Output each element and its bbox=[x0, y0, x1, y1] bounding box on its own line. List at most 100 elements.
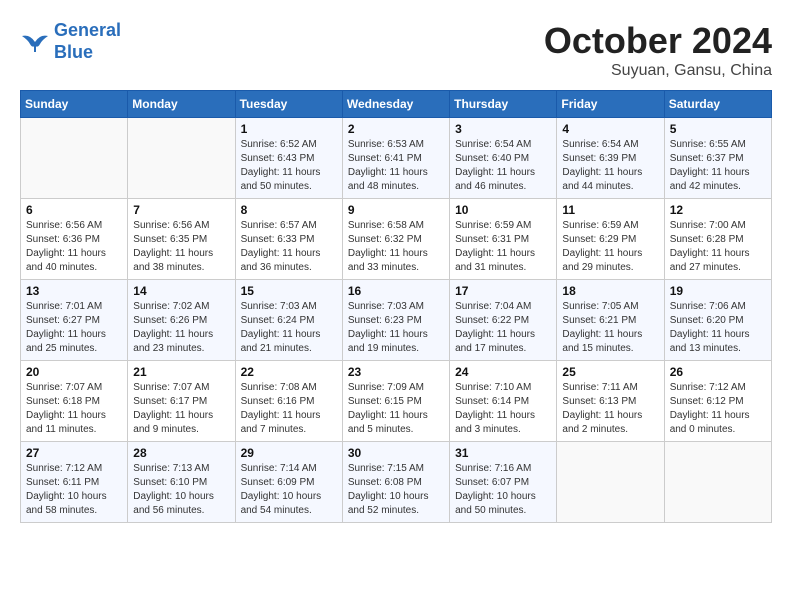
calendar-day-cell bbox=[557, 442, 664, 523]
calendar-day-cell: 27 Sunrise: 7:12 AM Sunset: 6:11 PM Dayl… bbox=[21, 442, 128, 523]
weekday-header: Thursday bbox=[450, 91, 557, 118]
weekday-header: Wednesday bbox=[342, 91, 449, 118]
calendar-day-cell: 24 Sunrise: 7:10 AM Sunset: 6:14 PM Dayl… bbox=[450, 361, 557, 442]
calendar-day-cell: 8 Sunrise: 6:57 AM Sunset: 6:33 PM Dayli… bbox=[235, 199, 342, 280]
day-number: 28 bbox=[133, 446, 229, 460]
calendar-day-cell: 16 Sunrise: 7:03 AM Sunset: 6:23 PM Dayl… bbox=[342, 280, 449, 361]
day-number: 19 bbox=[670, 284, 766, 298]
day-number: 14 bbox=[133, 284, 229, 298]
calendar-day-cell: 15 Sunrise: 7:03 AM Sunset: 6:24 PM Dayl… bbox=[235, 280, 342, 361]
calendar-day-cell: 7 Sunrise: 6:56 AM Sunset: 6:35 PM Dayli… bbox=[128, 199, 235, 280]
calendar-day-cell: 28 Sunrise: 7:13 AM Sunset: 6:10 PM Dayl… bbox=[128, 442, 235, 523]
day-info: Sunrise: 7:03 AM Sunset: 6:23 PM Dayligh… bbox=[348, 300, 444, 356]
day-info: Sunrise: 7:11 AM Sunset: 6:13 PM Dayligh… bbox=[562, 381, 658, 437]
day-info: Sunrise: 7:00 AM Sunset: 6:28 PM Dayligh… bbox=[670, 219, 766, 275]
day-number: 27 bbox=[26, 446, 122, 460]
day-number: 31 bbox=[455, 446, 551, 460]
calendar-week-row: 20 Sunrise: 7:07 AM Sunset: 6:18 PM Dayl… bbox=[21, 361, 772, 442]
day-number: 6 bbox=[26, 203, 122, 217]
calendar-day-cell: 12 Sunrise: 7:00 AM Sunset: 6:28 PM Dayl… bbox=[664, 199, 771, 280]
day-number: 29 bbox=[241, 446, 337, 460]
day-info: Sunrise: 7:04 AM Sunset: 6:22 PM Dayligh… bbox=[455, 300, 551, 356]
day-info: Sunrise: 6:58 AM Sunset: 6:32 PM Dayligh… bbox=[348, 219, 444, 275]
calendar-day-cell: 26 Sunrise: 7:12 AM Sunset: 6:12 PM Dayl… bbox=[664, 361, 771, 442]
day-number: 3 bbox=[455, 122, 551, 136]
calendar-day-cell: 13 Sunrise: 7:01 AM Sunset: 6:27 PM Dayl… bbox=[21, 280, 128, 361]
day-number: 5 bbox=[670, 122, 766, 136]
calendar-week-row: 1 Sunrise: 6:52 AM Sunset: 6:43 PM Dayli… bbox=[21, 118, 772, 199]
calendar-day-cell: 11 Sunrise: 6:59 AM Sunset: 6:29 PM Dayl… bbox=[557, 199, 664, 280]
day-info: Sunrise: 6:55 AM Sunset: 6:37 PM Dayligh… bbox=[670, 138, 766, 194]
day-info: Sunrise: 7:12 AM Sunset: 6:12 PM Dayligh… bbox=[670, 381, 766, 437]
location-subtitle: Suyuan, Gansu, China bbox=[544, 62, 772, 80]
day-info: Sunrise: 6:53 AM Sunset: 6:41 PM Dayligh… bbox=[348, 138, 444, 194]
day-number: 18 bbox=[562, 284, 658, 298]
weekday-header: Friday bbox=[557, 91, 664, 118]
day-info: Sunrise: 7:10 AM Sunset: 6:14 PM Dayligh… bbox=[455, 381, 551, 437]
calendar-day-cell bbox=[21, 118, 128, 199]
day-number: 25 bbox=[562, 365, 658, 379]
day-info: Sunrise: 7:07 AM Sunset: 6:17 PM Dayligh… bbox=[133, 381, 229, 437]
day-info: Sunrise: 7:12 AM Sunset: 6:11 PM Dayligh… bbox=[26, 462, 122, 518]
calendar-day-cell: 23 Sunrise: 7:09 AM Sunset: 6:15 PM Dayl… bbox=[342, 361, 449, 442]
day-info: Sunrise: 7:07 AM Sunset: 6:18 PM Dayligh… bbox=[26, 381, 122, 437]
day-info: Sunrise: 6:57 AM Sunset: 6:33 PM Dayligh… bbox=[241, 219, 337, 275]
calendar-day-cell: 17 Sunrise: 7:04 AM Sunset: 6:22 PM Dayl… bbox=[450, 280, 557, 361]
logo: General Blue bbox=[20, 20, 121, 63]
calendar-week-row: 13 Sunrise: 7:01 AM Sunset: 6:27 PM Dayl… bbox=[21, 280, 772, 361]
calendar-day-cell: 22 Sunrise: 7:08 AM Sunset: 6:16 PM Dayl… bbox=[235, 361, 342, 442]
day-info: Sunrise: 7:03 AM Sunset: 6:24 PM Dayligh… bbox=[241, 300, 337, 356]
calendar-day-cell: 1 Sunrise: 6:52 AM Sunset: 6:43 PM Dayli… bbox=[235, 118, 342, 199]
calendar-day-cell: 29 Sunrise: 7:14 AM Sunset: 6:09 PM Dayl… bbox=[235, 442, 342, 523]
title-block: October 2024 Suyuan, Gansu, China bbox=[544, 20, 772, 80]
calendar-day-cell: 25 Sunrise: 7:11 AM Sunset: 6:13 PM Dayl… bbox=[557, 361, 664, 442]
day-info: Sunrise: 7:09 AM Sunset: 6:15 PM Dayligh… bbox=[348, 381, 444, 437]
calendar-day-cell: 31 Sunrise: 7:16 AM Sunset: 6:07 PM Dayl… bbox=[450, 442, 557, 523]
day-number: 10 bbox=[455, 203, 551, 217]
day-number: 30 bbox=[348, 446, 444, 460]
calendar-day-cell: 10 Sunrise: 6:59 AM Sunset: 6:31 PM Dayl… bbox=[450, 199, 557, 280]
logo-text: General Blue bbox=[54, 20, 121, 63]
day-info: Sunrise: 7:06 AM Sunset: 6:20 PM Dayligh… bbox=[670, 300, 766, 356]
day-number: 12 bbox=[670, 203, 766, 217]
day-number: 4 bbox=[562, 122, 658, 136]
calendar-day-cell: 18 Sunrise: 7:05 AM Sunset: 6:21 PM Dayl… bbox=[557, 280, 664, 361]
day-number: 16 bbox=[348, 284, 444, 298]
calendar-day-cell: 14 Sunrise: 7:02 AM Sunset: 6:26 PM Dayl… bbox=[128, 280, 235, 361]
day-info: Sunrise: 7:15 AM Sunset: 6:08 PM Dayligh… bbox=[348, 462, 444, 518]
calendar-week-row: 27 Sunrise: 7:12 AM Sunset: 6:11 PM Dayl… bbox=[21, 442, 772, 523]
day-number: 24 bbox=[455, 365, 551, 379]
day-info: Sunrise: 7:02 AM Sunset: 6:26 PM Dayligh… bbox=[133, 300, 229, 356]
day-info: Sunrise: 7:08 AM Sunset: 6:16 PM Dayligh… bbox=[241, 381, 337, 437]
day-number: 23 bbox=[348, 365, 444, 379]
calendar-day-cell: 20 Sunrise: 7:07 AM Sunset: 6:18 PM Dayl… bbox=[21, 361, 128, 442]
calendar-week-row: 6 Sunrise: 6:56 AM Sunset: 6:36 PM Dayli… bbox=[21, 199, 772, 280]
calendar-day-cell: 4 Sunrise: 6:54 AM Sunset: 6:39 PM Dayli… bbox=[557, 118, 664, 199]
calendar-table: SundayMondayTuesdayWednesdayThursdayFrid… bbox=[20, 90, 772, 523]
weekday-header: Monday bbox=[128, 91, 235, 118]
calendar-day-cell: 21 Sunrise: 7:07 AM Sunset: 6:17 PM Dayl… bbox=[128, 361, 235, 442]
day-number: 17 bbox=[455, 284, 551, 298]
weekday-header: Saturday bbox=[664, 91, 771, 118]
logo-icon bbox=[20, 30, 50, 54]
calendar-day-cell: 30 Sunrise: 7:15 AM Sunset: 6:08 PM Dayl… bbox=[342, 442, 449, 523]
weekday-header: Sunday bbox=[21, 91, 128, 118]
day-info: Sunrise: 6:56 AM Sunset: 6:36 PM Dayligh… bbox=[26, 219, 122, 275]
day-info: Sunrise: 7:14 AM Sunset: 6:09 PM Dayligh… bbox=[241, 462, 337, 518]
day-info: Sunrise: 6:54 AM Sunset: 6:39 PM Dayligh… bbox=[562, 138, 658, 194]
calendar-day-cell: 5 Sunrise: 6:55 AM Sunset: 6:37 PM Dayli… bbox=[664, 118, 771, 199]
day-number: 8 bbox=[241, 203, 337, 217]
month-title: October 2024 bbox=[544, 20, 772, 62]
day-info: Sunrise: 6:59 AM Sunset: 6:31 PM Dayligh… bbox=[455, 219, 551, 275]
day-info: Sunrise: 7:05 AM Sunset: 6:21 PM Dayligh… bbox=[562, 300, 658, 356]
day-number: 2 bbox=[348, 122, 444, 136]
day-number: 7 bbox=[133, 203, 229, 217]
day-number: 26 bbox=[670, 365, 766, 379]
day-info: Sunrise: 6:52 AM Sunset: 6:43 PM Dayligh… bbox=[241, 138, 337, 194]
day-info: Sunrise: 7:01 AM Sunset: 6:27 PM Dayligh… bbox=[26, 300, 122, 356]
calendar-day-cell: 6 Sunrise: 6:56 AM Sunset: 6:36 PM Dayli… bbox=[21, 199, 128, 280]
calendar-day-cell: 3 Sunrise: 6:54 AM Sunset: 6:40 PM Dayli… bbox=[450, 118, 557, 199]
calendar-day-cell: 9 Sunrise: 6:58 AM Sunset: 6:32 PM Dayli… bbox=[342, 199, 449, 280]
day-number: 13 bbox=[26, 284, 122, 298]
day-info: Sunrise: 6:59 AM Sunset: 6:29 PM Dayligh… bbox=[562, 219, 658, 275]
